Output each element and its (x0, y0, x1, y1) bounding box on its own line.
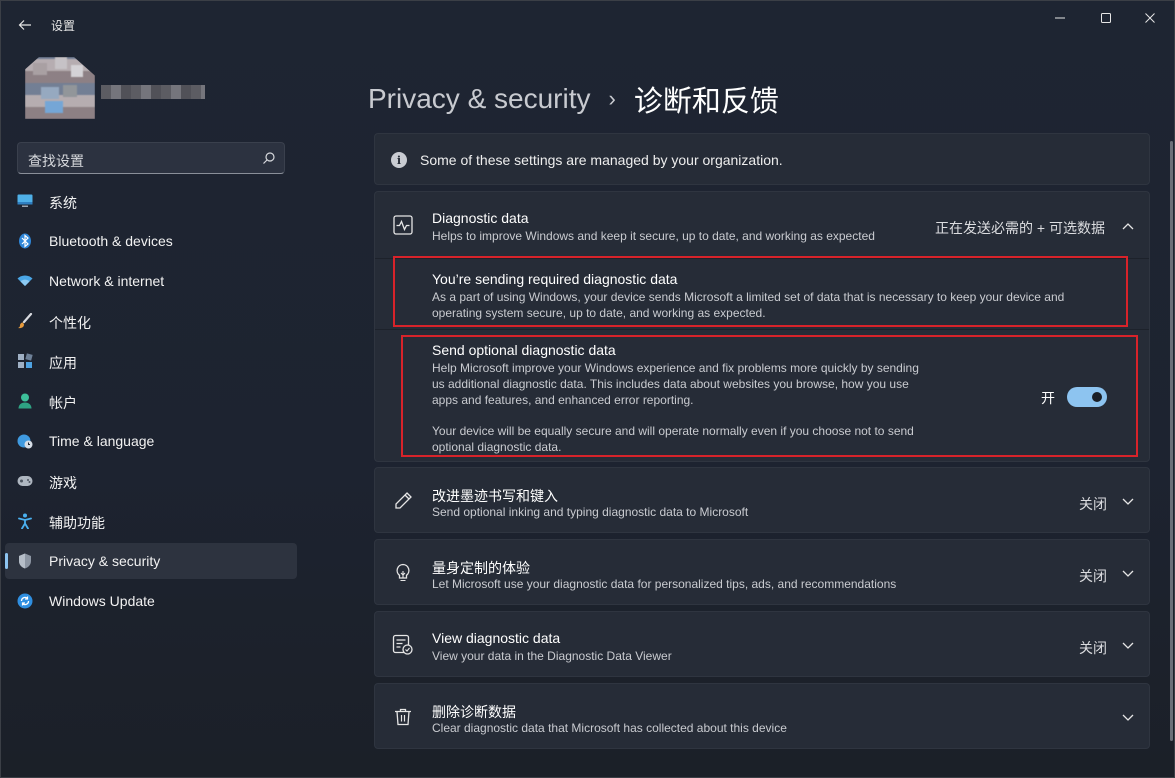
sidebar-item-label: 辅助功能 (49, 515, 105, 531)
sidebar-item-bluetooth[interactable]: Bluetooth & devices (5, 223, 297, 259)
row-status: 关闭 (1079, 568, 1107, 584)
sidebar-item-system[interactable]: 系统 (5, 183, 297, 219)
sidebar-item-network[interactable]: Network & internet (5, 263, 297, 299)
app-title: 设置 (51, 19, 76, 33)
sidebar-item-label: 帐户 (49, 395, 77, 411)
person-icon (17, 393, 33, 409)
back-arrow-icon (18, 20, 31, 30)
sidebar-item-accessibility[interactable]: 辅助功能 (5, 503, 297, 539)
diagnostic-data-header[interactable]: Diagnostic data Helps to improve Windows… (375, 192, 1149, 258)
brush-icon (17, 313, 33, 329)
row-status: 关闭 (1079, 496, 1107, 512)
wifi-icon (17, 273, 33, 289)
lightbulb-icon (392, 562, 414, 584)
update-icon (17, 593, 33, 609)
sidebar-item-label: Time & language (49, 433, 155, 449)
sidebar-item-label: 个性化 (49, 315, 91, 331)
gamepad-icon (17, 473, 33, 489)
chevron-up-icon[interactable] (1121, 219, 1135, 233)
notice-text: Some of these settings are managed by yo… (420, 152, 783, 168)
accessibility-icon (17, 513, 33, 529)
search-placeholder: 查找设置 (28, 153, 84, 169)
sidebar-item-windows-update[interactable]: Windows Update (5, 583, 297, 619)
sidebar-item-label: 应用 (49, 355, 77, 371)
sidebar-item-gaming[interactable]: 游戏 (5, 463, 297, 499)
sidebar-item-personalization[interactable]: 个性化 (5, 303, 297, 339)
view-diagnostic-data-row[interactable]: View diagnostic data View your data in t… (374, 611, 1150, 677)
diagnostic-data-desc: Helps to improve Windows and keep it sec… (432, 229, 875, 243)
bluetooth-icon (17, 233, 33, 249)
scrollbar[interactable] (1170, 141, 1173, 741)
sidebar-item-accounts[interactable]: 帐户 (5, 383, 297, 419)
page-title: 诊断和反馈 (633, 86, 779, 118)
chevron-down-icon[interactable] (1121, 567, 1135, 581)
sidebar-item-privacy-security[interactable]: Privacy & security (5, 543, 297, 579)
activity-icon (392, 214, 414, 236)
breadcrumb-parent-link[interactable]: Privacy & security (368, 83, 591, 115)
settings-window: 设置 查找设置 系统 Bluetooth & devices Network &… (0, 0, 1175, 778)
chevron-down-icon[interactable] (1121, 495, 1135, 509)
delete-diagnostic-data-row[interactable]: 删除诊断数据 Clear diagnostic data that Micros… (374, 683, 1150, 749)
chevron-down-icon[interactable] (1121, 639, 1135, 653)
user-name-redacted (101, 85, 205, 99)
avatar (25, 57, 95, 119)
row-desc: Let Microsoft use your diagnostic data f… (432, 577, 897, 591)
apps-icon (17, 353, 33, 369)
sidebar-item-label: 游戏 (49, 475, 77, 491)
minimize-button[interactable] (1039, 5, 1081, 31)
maximize-button[interactable] (1085, 5, 1127, 31)
sidebar-item-label: 系统 (49, 195, 77, 211)
sidebar-item-label: Privacy & security (49, 553, 161, 569)
row-title: View diagnostic data (432, 630, 561, 646)
sidebar-item-time-language[interactable]: Time & language (5, 423, 297, 459)
monitor-icon (17, 193, 33, 209)
user-account-block[interactable] (15, 53, 215, 123)
row-desc: Clear diagnostic data that Microsoft has… (432, 721, 787, 735)
sidebar-item-label: Network & internet (49, 273, 165, 289)
trash-icon (392, 706, 414, 728)
tailored-experiences-row[interactable]: 量身定制的体验 Let Microsoft use your diagnosti… (374, 539, 1150, 605)
row-desc: Send optional inking and typing diagnost… (432, 505, 749, 519)
breadcrumb-separator: › (608, 86, 616, 111)
row-title: 改进墨迹书写和键入 (432, 488, 558, 504)
title-bar: 设置 (1, 1, 1175, 49)
highlight-box-optional (401, 335, 1138, 457)
data-viewer-icon (392, 634, 414, 656)
row-desc: View your data in the Diagnostic Data Vi… (432, 649, 672, 663)
row-title: 量身定制的体验 (432, 560, 530, 576)
info-icon: i (391, 152, 407, 168)
managed-notice: i Some of these settings are managed by … (374, 133, 1150, 185)
sidebar-item-apps[interactable]: 应用 (5, 343, 297, 379)
search-icon (263, 152, 275, 164)
row-status: 关闭 (1079, 640, 1107, 656)
search-input[interactable]: 查找设置 (17, 142, 285, 174)
close-icon (1145, 13, 1155, 23)
close-button[interactable] (1129, 5, 1171, 31)
row-title: 删除诊断数据 (432, 704, 516, 720)
chevron-down-icon[interactable] (1121, 711, 1135, 725)
shield-icon (17, 553, 33, 569)
minimize-icon (1055, 17, 1065, 19)
breadcrumb: Privacy & security › 诊断和反馈 (368, 79, 779, 119)
sidebar-item-label: Bluetooth & devices (49, 233, 173, 249)
sidebar-nav: 系统 Bluetooth & devices Network & interne… (5, 183, 297, 623)
inking-typing-row[interactable]: 改进墨迹书写和键入 Send optional inking and typin… (374, 467, 1150, 533)
diagnostic-data-status: 正在发送必需的 + 可选数据 (935, 220, 1105, 236)
sidebar-item-label: Windows Update (49, 593, 155, 609)
highlight-box-required (393, 256, 1128, 327)
pen-icon (392, 490, 414, 512)
diagnostic-data-title: Diagnostic data (432, 210, 529, 226)
maximize-icon (1101, 13, 1111, 23)
globe-clock-icon (17, 433, 33, 449)
back-button[interactable] (11, 11, 39, 39)
